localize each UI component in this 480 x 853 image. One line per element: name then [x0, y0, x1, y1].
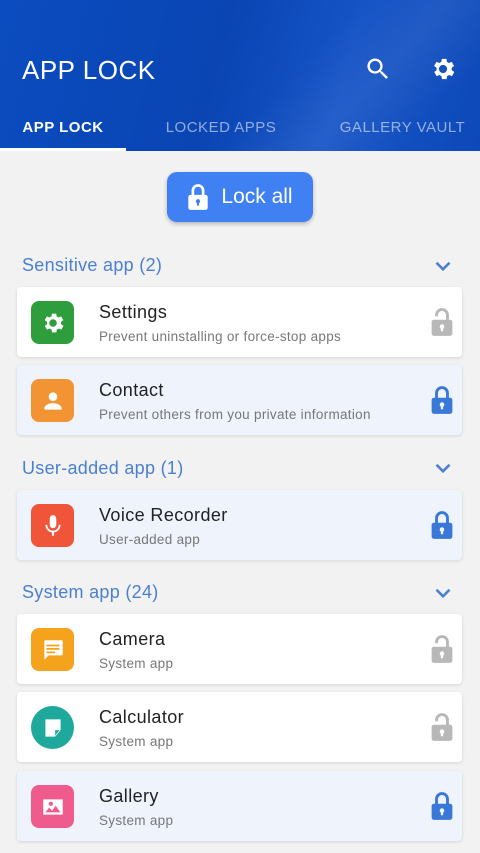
- note-icon: [44, 718, 61, 737]
- gear-icon: [434, 58, 455, 80]
- lock-toggle[interactable]: [430, 791, 454, 821]
- calculator-app-icon: [31, 706, 74, 749]
- app-name: Voice Recorder: [99, 505, 228, 525]
- app-row-calculator[interactable]: Calculator System app: [17, 692, 462, 762]
- app-row-settings[interactable]: Settings Prevent uninstalling or force-s…: [17, 287, 462, 357]
- gear-icon: [44, 313, 64, 332]
- app-name: Settings: [99, 302, 168, 322]
- app-description: Prevent others from you private informat…: [99, 407, 371, 422]
- tab-indicator: [0, 148, 126, 151]
- search-button[interactable]: [363, 54, 393, 84]
- collapse-user-added-button[interactable]: [430, 455, 456, 481]
- contact-app-icon: [31, 379, 74, 422]
- lock-toggle[interactable]: [430, 712, 454, 742]
- app-description: System app: [99, 734, 174, 749]
- collapse-sensitive-button[interactable]: [430, 253, 456, 279]
- app-description: System app: [99, 656, 174, 671]
- app-name: Gallery: [99, 786, 159, 806]
- locked-icon: [431, 386, 453, 414]
- app-description: User-added app: [99, 532, 201, 547]
- app-header: APP LOCK APP LOCK LOCKED APPS GALLERY VA…: [0, 0, 480, 151]
- unlocked-icon: [431, 308, 453, 336]
- tab-gallery-vault[interactable]: GALLERY VAULT: [330, 112, 475, 148]
- gallery-app-icon: [31, 785, 74, 828]
- chevron-down-icon: [435, 463, 451, 474]
- settings-app-icon: [31, 301, 74, 344]
- lock-toggle[interactable]: [430, 634, 454, 664]
- app-row-contact[interactable]: Contact Prevent others from you private …: [17, 365, 462, 435]
- search-icon: [367, 58, 388, 79]
- camera-app-icon: [31, 628, 74, 671]
- app-description: Prevent uninstalling or force-stop apps: [99, 329, 342, 344]
- section-title-sensitive: Sensitive app (2): [22, 255, 163, 275]
- unlocked-icon: [431, 635, 453, 663]
- lock-toggle[interactable]: [430, 510, 454, 540]
- tab-app-lock[interactable]: APP LOCK: [0, 112, 126, 148]
- app-name: Contact: [99, 380, 164, 400]
- lock-all-button[interactable]: Lock all: [167, 172, 313, 222]
- locked-icon: [431, 792, 453, 820]
- lock-icon: [188, 184, 209, 210]
- image-icon: [42, 798, 63, 815]
- person-icon: [43, 391, 62, 410]
- app-title: APP LOCK: [22, 55, 156, 85]
- microphone-icon: [44, 514, 61, 536]
- app-name: Calculator: [99, 707, 185, 727]
- chevron-down-icon: [435, 588, 451, 599]
- chevron-down-icon: [435, 261, 451, 272]
- app-row-camera[interactable]: Camera System app: [17, 614, 462, 684]
- locked-icon: [431, 511, 453, 539]
- voice-recorder-app-icon: [31, 504, 74, 547]
- tab-bar: APP LOCK LOCKED APPS GALLERY VAULT: [0, 112, 480, 151]
- app-name: Camera: [99, 629, 166, 649]
- settings-button[interactable]: [428, 54, 458, 84]
- collapse-system-button[interactable]: [430, 580, 456, 606]
- lock-all-label: Lock all: [221, 185, 293, 208]
- lock-toggle[interactable]: [430, 307, 454, 337]
- message-icon: [43, 639, 63, 660]
- app-description: System app: [99, 813, 174, 828]
- app-row-voice-recorder[interactable]: Voice Recorder User-added app: [17, 490, 462, 560]
- section-title-system: System app (24): [22, 582, 159, 602]
- lock-toggle[interactable]: [430, 385, 454, 415]
- app-row-gallery[interactable]: Gallery System app: [17, 771, 462, 841]
- unlocked-icon: [431, 713, 453, 741]
- section-title-user-added: User-added app (1): [22, 458, 184, 478]
- tab-locked-apps[interactable]: LOCKED APPS: [150, 112, 292, 148]
